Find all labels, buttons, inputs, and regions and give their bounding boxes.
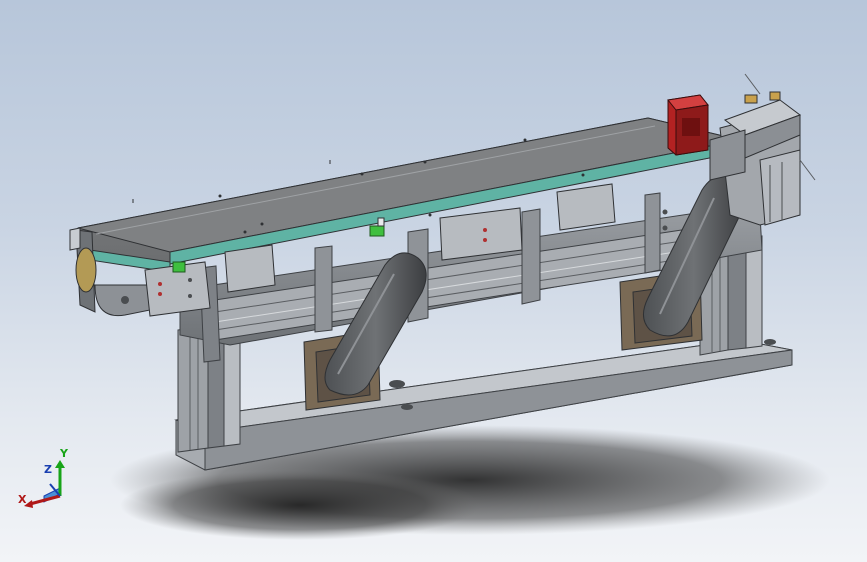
conveyor-assembly-model[interactable] [0,0,867,562]
red-stopper-block[interactable] [667,94,709,156]
triad-z-label: Z [44,463,52,476]
cad-viewport[interactable]: Y Z X [0,0,867,562]
triad-y-arrow [55,460,65,468]
triad-y-label: Y [60,447,68,460]
orientation-triad[interactable]: Y Z X [14,448,78,512]
triad-x-label: X [18,493,27,506]
